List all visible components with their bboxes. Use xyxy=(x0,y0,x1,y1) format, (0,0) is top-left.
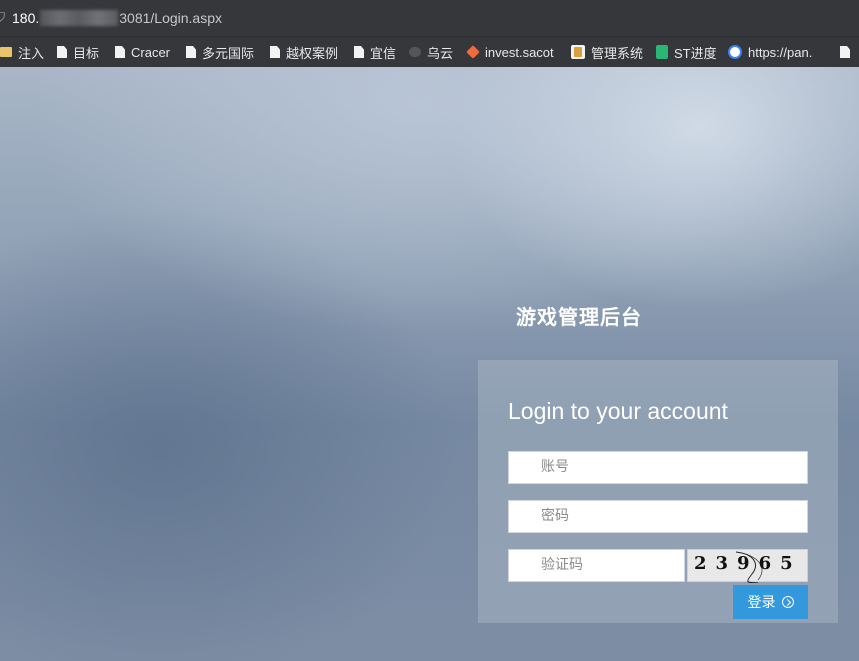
bookmark-label: Cracer xyxy=(131,44,171,60)
page-icon xyxy=(186,46,196,58)
bookmarks-bar: 注入 目标 Cracer 多元国际 越权案例 宜信 乌云 invest.saco… xyxy=(0,36,859,67)
bookmark-label: 宜信 xyxy=(370,45,397,61)
bookmark-item-st[interactable]: ST进度 xyxy=(656,43,717,61)
bookmark-label: 目标 xyxy=(73,45,100,61)
captcha-input[interactable]: 验证码 xyxy=(508,549,685,582)
bookmark-item-zhuru[interactable]: 注入 xyxy=(0,43,44,61)
login-button-label: 登录 xyxy=(747,595,776,611)
page-icon xyxy=(57,46,67,58)
bookmark-label: 注入 xyxy=(18,45,45,61)
address-bar[interactable]: ⛉ 180. 3081/Login.aspx xyxy=(0,0,859,36)
page-icon xyxy=(840,46,850,58)
baidu-pan-icon xyxy=(728,45,742,59)
captcha-image[interactable]: 23965 xyxy=(687,549,808,583)
bookmark-item-mubiao[interactable]: 目标 xyxy=(57,43,99,61)
login-button[interactable]: 登录 xyxy=(733,585,808,619)
bookmark-label: 越权案例 xyxy=(286,45,339,61)
bookmark-label: invest.sacot xyxy=(485,44,554,60)
url-path: 3081/Login.aspx xyxy=(119,10,223,26)
redacted-ip xyxy=(40,10,119,26)
bookmark-label: 管理系统 xyxy=(591,45,644,61)
site-title: 游戏管理后台 xyxy=(516,305,642,329)
page-icon xyxy=(270,46,280,58)
bookmark-item-duoyuan[interactable]: 多元国际 xyxy=(186,43,254,61)
bookmark-item-invest[interactable]: invest.sacot xyxy=(466,43,554,61)
bookmark-item-pan[interactable]: https://pan. xyxy=(728,43,812,61)
login-panel: Login to your account 账号 密码 验证码 23965 登录 xyxy=(478,360,838,623)
page-icon xyxy=(115,46,125,58)
bookmark-item-wuyun[interactable]: 乌云 xyxy=(409,43,453,61)
app-icon xyxy=(571,45,585,59)
url-text[interactable]: 180. 3081/Login.aspx xyxy=(12,10,222,26)
password-input[interactable]: 密码 xyxy=(508,500,808,533)
bookmark-label: 乌云 xyxy=(427,45,454,61)
username-input[interactable]: 账号 xyxy=(508,451,808,484)
page-icon xyxy=(354,46,364,58)
login-heading: Login to your account xyxy=(508,398,728,424)
captcha-text: 23965 xyxy=(694,553,802,574)
arrow-circle-right-icon xyxy=(781,596,794,608)
sheet-icon xyxy=(656,45,668,59)
bookmark-label: ST进度 xyxy=(674,45,717,61)
bookmark-item-yuequan[interactable]: 越权案例 xyxy=(270,43,338,61)
bookmark-item-guanli[interactable]: 管理系统 xyxy=(571,43,643,61)
bookmark-label: 多元国际 xyxy=(202,45,255,61)
bookmark-item-yixin[interactable]: 宜信 xyxy=(354,43,396,61)
url-host: 180. xyxy=(12,10,40,26)
cloud-icon xyxy=(409,47,421,57)
bookmark-label: https://pan. xyxy=(748,44,813,60)
folder-icon xyxy=(0,47,12,57)
bookmark-item-overflow[interactable] xyxy=(840,43,856,61)
security-shield-icon[interactable]: ⛉ xyxy=(0,10,6,24)
sacot-icon xyxy=(466,45,480,59)
bookmark-item-cracer[interactable]: Cracer xyxy=(115,43,170,61)
